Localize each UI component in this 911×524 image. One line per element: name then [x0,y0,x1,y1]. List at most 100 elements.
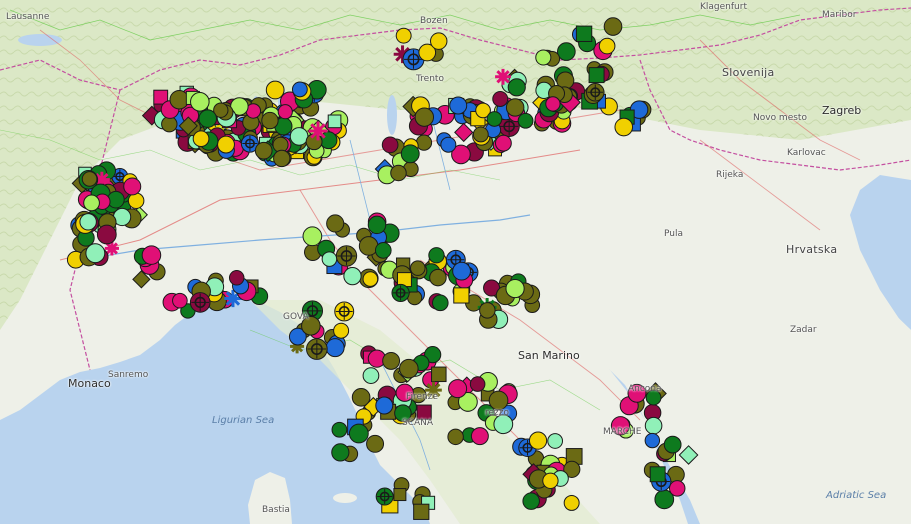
map-marker-circle[interactable] [291,81,308,98]
map-marker-square[interactable] [413,503,430,520]
map-marker-circle[interactable] [217,135,235,154]
map-marker-circle[interactable] [603,17,623,36]
map-marker-circle[interactable] [374,242,392,259]
map-marker-asterisk[interactable] [425,381,442,399]
map-marker-circle[interactable] [395,27,412,44]
map-marker-circle[interactable] [325,338,345,358]
map-marker-circle[interactable] [517,112,534,129]
map-marker-circle[interactable] [326,214,345,233]
map-marker-circle[interactable] [83,194,100,212]
map-marker-circle[interactable] [302,226,323,247]
map-marker-circle[interactable] [333,322,350,339]
map-marker-circle[interactable] [169,89,190,110]
map-marker-circle[interactable] [366,434,385,453]
map-marker-square[interactable] [588,67,605,84]
map-marker-circle[interactable] [407,290,423,306]
map-marker-circle[interactable] [273,149,291,168]
map-marker-circle[interactable] [85,243,106,264]
map-marker-circle[interactable] [447,428,464,446]
map-view[interactable]: Lausanne Bozen Klagenfurt Maribor Slovenija Z… [0,0,911,524]
map-marker-circle[interactable] [440,136,457,153]
map-marker-circle[interactable] [79,213,97,231]
map-marker-diamond[interactable] [454,122,474,143]
map-marker-circle[interactable] [399,358,419,379]
map-marker-ring-target[interactable] [334,301,355,322]
map-marker-circle[interactable] [382,351,401,370]
map-marker-asterisk[interactable] [495,68,511,85]
map-marker-circle[interactable] [507,78,526,97]
map-marker-circle[interactable] [81,171,98,187]
map-marker-circle[interactable] [96,224,117,245]
map-marker-circle[interactable] [488,390,509,411]
map-marker-square[interactable] [393,488,407,502]
map-marker-circle[interactable] [400,144,420,164]
map-marker-ring-target[interactable] [189,292,211,313]
map-marker-circle[interactable] [668,480,686,497]
map-marker-circle[interactable] [428,247,445,264]
map-marker-circle[interactable] [479,302,496,319]
map-marker-square[interactable] [649,466,666,483]
map-marker-circle[interactable] [228,270,245,286]
map-marker-circle[interactable] [644,432,661,449]
map-marker-circle[interactable] [429,268,447,287]
map-marker-circle[interactable] [547,433,564,449]
map-marker-circle[interactable] [192,130,210,148]
map-marker-ring-target[interactable] [375,487,394,506]
map-marker-circle[interactable] [390,164,407,182]
map-marker-circle[interactable] [430,32,448,50]
map-marker-circle[interactable] [321,251,338,267]
map-marker-circle[interactable] [123,177,142,196]
map-marker-circle[interactable] [492,90,509,107]
map-marker-circle[interactable] [362,367,380,384]
map-marker-diamond[interactable] [678,445,699,465]
map-marker-circle[interactable] [505,278,525,299]
map-marker-square[interactable] [416,404,432,420]
map-marker-circle[interactable] [395,383,414,402]
map-marker-square[interactable] [327,114,342,129]
map-marker-circle[interactable] [141,245,162,265]
map-marker-circle[interactable] [367,215,387,235]
map-marker-circle[interactable] [486,111,503,127]
map-marker-circle[interactable] [522,492,540,510]
map-marker-circle[interactable] [469,376,486,392]
map-marker-ring-target[interactable] [391,283,410,303]
map-marker-circle[interactable] [563,494,580,511]
map-marker-circle[interactable] [452,261,471,281]
map-marker-square[interactable] [431,366,447,383]
map-marker-circle[interactable] [644,416,663,435]
map-marker-asterisk[interactable] [308,121,328,141]
map-marker-circle[interactable] [301,316,321,336]
map-marker-circle[interactable] [172,292,188,309]
map-marker-circle[interactable] [414,107,435,127]
map-marker-circle[interactable] [415,134,433,151]
map-marker-circle[interactable] [557,42,576,61]
map-marker-circle[interactable] [289,127,309,146]
map-marker-circle[interactable] [409,260,426,276]
map-marker-circle[interactable] [343,266,362,286]
map-marker-circle[interactable] [598,37,616,55]
map-marker-circle[interactable] [614,117,634,137]
map-marker-circle[interactable] [348,423,369,444]
map-marker-circle[interactable] [542,472,559,489]
map-marker-circle[interactable] [394,404,412,422]
map-marker-circle[interactable] [663,435,682,454]
map-marker-square[interactable] [575,25,593,42]
map-marker-circle[interactable] [254,141,273,160]
map-marker-circle[interactable] [449,96,468,115]
map-marker-circle[interactable] [528,431,548,450]
map-marker-circle[interactable] [198,109,217,128]
map-marker-circle[interactable] [493,414,514,435]
map-marker-square[interactable] [453,287,470,304]
map-marker-ring-target[interactable] [335,245,358,267]
map-marker-circle[interactable] [381,136,399,154]
map-marker-circle[interactable] [331,421,348,438]
map-marker-circle[interactable] [261,111,279,130]
map-marker-circle[interactable] [432,294,449,312]
map-marker-ring-target[interactable] [306,338,328,360]
map-marker-circle[interactable] [494,134,512,152]
map-marker-ring-target[interactable] [586,83,605,102]
map-marker-circle[interactable] [627,383,647,403]
map-marker-circle[interactable] [535,49,552,66]
map-marker-circle[interactable] [505,98,525,117]
map-marker-circle[interactable] [470,427,489,446]
